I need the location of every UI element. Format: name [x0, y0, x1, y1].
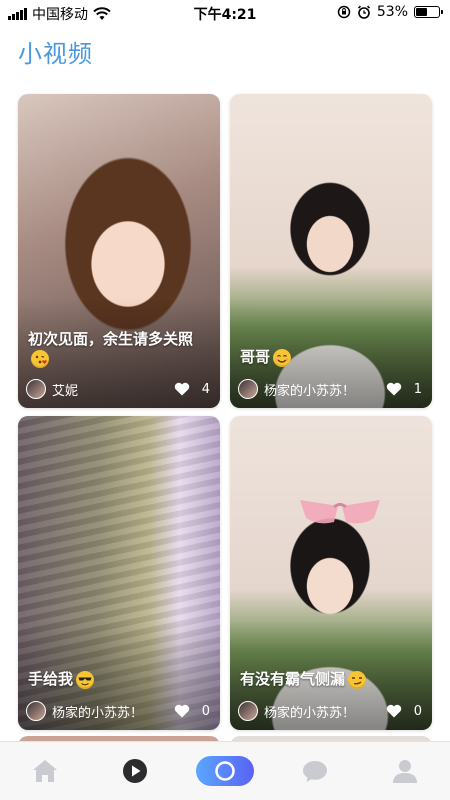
video-caption: 有没有霸气侧漏: [240, 669, 422, 690]
smiling-emoji-icon: [273, 348, 292, 367]
avatar[interactable]: [238, 701, 258, 721]
smirking-emoji-icon: [348, 670, 367, 689]
video-caption-text: 哥哥: [240, 348, 271, 366]
sunglasses-emoji-icon: [76, 670, 95, 689]
nav-camera[interactable]: [180, 742, 270, 800]
video-caption-text: 初次见面，余生请多关照: [28, 330, 194, 348]
heart-icon[interactable]: [174, 704, 190, 718]
like-count: 1: [413, 381, 422, 397]
nav-profile[interactable]: [360, 742, 450, 800]
video-caption: 初次见面，余生请多关照: [28, 329, 210, 368]
nav-video[interactable]: [90, 742, 180, 800]
video-card[interactable]: 手给我 杨家的小苏苏！ 0: [18, 416, 220, 730]
video-caption: 哥哥: [240, 347, 422, 368]
avatar[interactable]: [238, 379, 258, 399]
chat-bubble-icon[interactable]: [301, 758, 329, 784]
battery-icon: [414, 6, 443, 18]
home-icon[interactable]: [31, 758, 59, 784]
play-circle-icon[interactable]: [121, 757, 149, 785]
author-name[interactable]: 杨家的小苏苏！: [52, 702, 174, 721]
like-count: 0: [413, 703, 422, 719]
heart-icon[interactable]: [174, 382, 190, 396]
nav-home[interactable]: [0, 742, 90, 800]
like-count: 0: [201, 703, 210, 719]
like-count: 4: [201, 381, 210, 397]
author-name[interactable]: 杨家的小苏苏！: [264, 380, 386, 399]
bottom-nav: [0, 741, 450, 800]
video-caption: 手给我: [28, 669, 210, 690]
author-name[interactable]: 杨家的小苏苏！: [264, 702, 386, 721]
status-bar: 中国移动 下午4:21 53%: [0, 0, 450, 26]
avatar[interactable]: [26, 379, 46, 399]
battery-percent: 53%: [376, 4, 408, 20]
avatar[interactable]: [26, 701, 46, 721]
glasses-sticker-icon: [300, 500, 380, 524]
video-caption-text: 有没有霸气侧漏: [240, 670, 346, 688]
heart-icon[interactable]: [386, 704, 402, 718]
video-card[interactable]: 初次见面，余生请多关照 艾妮 4: [18, 94, 220, 408]
camera-circle-icon[interactable]: [214, 760, 236, 782]
video-card[interactable]: 哥哥 杨家的小苏苏！ 1: [230, 94, 432, 408]
video-card[interactable]: 有没有霸气侧漏 杨家的小苏苏！ 0: [230, 416, 432, 730]
page-title: 小视频: [18, 40, 93, 68]
camera-button[interactable]: [196, 756, 254, 786]
orientation-lock-icon: [337, 5, 351, 19]
alarm-icon: [357, 5, 370, 19]
profile-icon[interactable]: [392, 758, 418, 784]
nav-messages[interactable]: [270, 742, 360, 800]
video-caption-text: 手给我: [28, 670, 74, 688]
heart-icon[interactable]: [386, 382, 402, 396]
kissing-heart-emoji-icon: [31, 350, 49, 368]
author-name[interactable]: 艾妮: [52, 380, 174, 399]
